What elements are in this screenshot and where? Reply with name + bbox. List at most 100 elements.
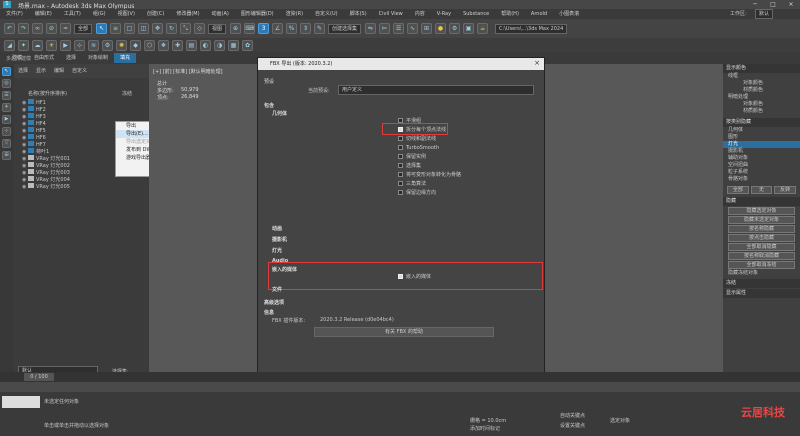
menu-help[interactable]: 帮助(H) (495, 9, 525, 19)
menu-file[interactable]: 文件(F) (0, 9, 29, 19)
freeze-section[interactable]: 冻结 (723, 279, 800, 288)
hide-by-name-button[interactable]: 按名称隐藏 (728, 225, 795, 233)
ribbon-icon-12[interactable]: ❖ (158, 39, 169, 51)
animation-section[interactable]: 动画 (272, 225, 282, 232)
menu-extra[interactable]: 小图表滚 (553, 9, 585, 19)
bind-spacewarp-icon[interactable]: ≈ (60, 23, 71, 34)
scene-tab-select[interactable]: 选择 (14, 64, 32, 78)
checkbox-box[interactable] (398, 172, 403, 177)
menu-vray[interactable]: V-Ray (431, 9, 457, 19)
pivot-icon[interactable]: ⊕ (230, 23, 242, 34)
setkey-button[interactable]: 设置关键点 (560, 422, 585, 429)
spinner-snap-icon[interactable]: ⇕ (300, 23, 312, 34)
hide-selected-button[interactable]: 隐藏选定对象 (728, 207, 795, 215)
checkbox-box-checked[interactable] (398, 127, 403, 132)
checkbox-box[interactable] (398, 163, 403, 168)
render-frame-icon[interactable]: ▣ (463, 23, 475, 34)
strip-select-icon[interactable]: ↖ (2, 67, 11, 76)
menu-animation[interactable]: 动画(A) (206, 9, 235, 19)
scene-tab-edit[interactable]: 编辑 (50, 64, 68, 78)
rect-select-icon[interactable]: □ (124, 23, 136, 34)
curve-editor-icon[interactable]: ∿ (407, 23, 419, 34)
lights-section[interactable]: 灯光 (272, 247, 282, 254)
selection-sets-checkbox[interactable]: 将可变形对象转化为骨骼 (398, 172, 461, 179)
strip-display-icon[interactable]: ◎ (2, 79, 11, 88)
invert-button[interactable]: 反转 (774, 186, 797, 194)
selection-filter-dropdown[interactable]: 全部 (74, 23, 93, 34)
unhide-by-name-button[interactable]: 按名称取消隐藏 (728, 252, 795, 260)
hide-by-hit-button[interactable]: 按点击隐藏 (728, 234, 795, 242)
tangents-checkbox[interactable]: TurboSmooth (398, 145, 439, 152)
list-item[interactable]: ◉ HF2 (22, 106, 147, 113)
menu-substance[interactable]: Substance (457, 9, 495, 19)
checkbox-box[interactable] (398, 154, 403, 159)
smoothing-groups-checkbox[interactable]: 拆分每个顶点法线 (398, 127, 446, 134)
scene-tab-display[interactable]: 显示 (32, 64, 50, 78)
embed-media-section[interactable]: 嵌入的媒体 (272, 266, 297, 273)
display-color-section[interactable]: 显示颜色 (723, 64, 800, 73)
list-item[interactable]: ◉ VRay 灯光005 (22, 183, 147, 190)
category-shapes[interactable]: 图形 (723, 134, 800, 141)
link-icon[interactable]: ∞ (32, 23, 43, 34)
checkbox-box[interactable] (398, 181, 403, 186)
viewport[interactable]: [+] [前] [标准] [默认明暗处理] 总计 多边形: 50,979 顶点:… (149, 64, 257, 382)
checkbox-box[interactable] (398, 190, 403, 195)
angle-snap-icon[interactable]: ∠ (272, 23, 284, 34)
dialog-close-icon[interactable]: × (534, 59, 540, 67)
ribbon-icon-3[interactable]: ☁ (32, 39, 43, 51)
category-geometry[interactable]: 几何体 (723, 127, 800, 134)
align-icon[interactable]: ⊨ (379, 23, 391, 34)
include-section[interactable]: 包含 (264, 102, 274, 109)
menu-edit[interactable]: 编辑(E) (29, 9, 58, 19)
category-helpers[interactable]: 辅助对象 (723, 155, 800, 162)
menu-graph-editors[interactable]: 图形编辑器(D) (235, 9, 280, 19)
hide-section[interactable]: 隐藏 (723, 197, 800, 206)
track-bar[interactable] (0, 382, 800, 392)
ribbon-icon-13[interactable]: ✚ (172, 39, 183, 51)
strip-camera-icon[interactable]: ▶ (2, 115, 11, 124)
percent-snap-icon[interactable]: % (286, 23, 298, 34)
hide-unselected-button[interactable]: 隐藏未选定对象 (728, 216, 795, 224)
scale-icon[interactable]: ⤡ (180, 23, 192, 34)
ribbon-icon-17[interactable]: ▦ (228, 39, 239, 51)
none-button[interactable]: 无 (750, 186, 773, 194)
category-cameras[interactable]: 摄影机 (723, 148, 800, 155)
category-particles[interactable]: 粒子系统 (723, 169, 800, 176)
move-icon[interactable]: ✥ (152, 23, 164, 34)
ref-coord-dropdown[interactable]: 视图 (208, 23, 227, 34)
shaded-mat-color-radio[interactable]: 材质颜色 (723, 108, 800, 115)
ribbon-icon-15[interactable]: ◐ (200, 39, 211, 51)
strip-helper-icon[interactable]: ⊹ (2, 127, 11, 136)
menu-arnold[interactable]: Arnold (525, 9, 553, 19)
select-by-name-icon[interactable]: ≡ (110, 23, 122, 34)
layer-icon[interactable]: ☰ (393, 23, 405, 34)
strip-light-icon[interactable]: ☀ (2, 103, 11, 112)
tab-freeform[interactable]: 自由形式 (28, 53, 60, 63)
menu-rendering[interactable]: 渲染(R) (280, 9, 309, 19)
keyboard-shortcut-icon[interactable]: ⌨ (244, 23, 256, 34)
display-props-section[interactable]: 显示属性 (723, 289, 800, 298)
viewport-label[interactable]: [+] [前] [标准] [默认明暗处理] (153, 68, 223, 75)
scene-tab-customize[interactable]: 自定义 (68, 64, 91, 78)
ribbon-icon-1[interactable]: ◢ (4, 39, 15, 51)
menu-modifiers[interactable]: 修改器(M) (170, 9, 205, 19)
edit-named-sel-icon[interactable]: ✎ (314, 23, 326, 34)
ribbon-icon-18[interactable]: ✿ (242, 39, 253, 51)
unhide-all-button[interactable]: 全部取消隐藏 (728, 243, 795, 251)
time-slider-handle[interactable]: 0 / 100 (24, 373, 54, 381)
preserve-instances-checkbox[interactable]: 选择集 (398, 163, 421, 170)
strip-filter-icon[interactable]: ▽ (2, 139, 11, 148)
workspace-dropdown[interactable]: 默认 (755, 9, 774, 19)
column-frozen-header[interactable]: 冻结 (122, 90, 132, 97)
cameras-section[interactable]: 摄影机 (272, 236, 287, 243)
turbosmooth-checkbox[interactable]: 保留实例 (398, 154, 426, 161)
maxscript-listener[interactable] (2, 396, 40, 408)
strip-layer-icon[interactable]: ☰ (2, 91, 11, 100)
menu-tools[interactable]: 工具(T) (58, 9, 87, 19)
embed-media-checkbox[interactable]: 嵌入的媒体 (398, 274, 431, 281)
triangulate-checkbox[interactable]: 保留边缘方向 (398, 190, 436, 197)
list-item[interactable]: ◉ HF1 (22, 99, 147, 106)
list-item[interactable]: ◉ HF3 (22, 113, 147, 120)
ribbon-icon-2[interactable]: ✦ (18, 39, 29, 51)
column-name-header[interactable]: 名称(按升序排序) (28, 90, 67, 97)
